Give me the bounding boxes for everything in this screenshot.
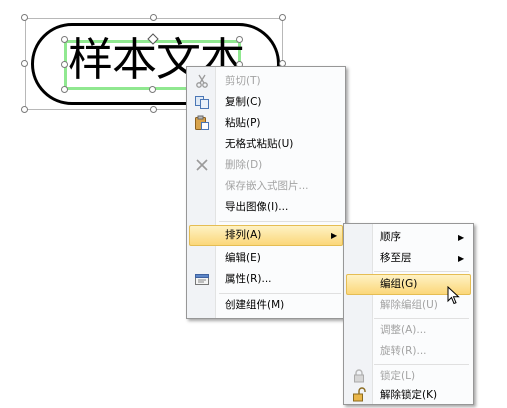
resize-handle-tr[interactable] [279,14,286,21]
submenu-label-move-to-layer: 移至层 [380,252,412,264]
menu-item-cut[interactable]: 剪切(T) [189,71,343,92]
menu-separator [219,221,341,222]
text-handle-tl[interactable] [61,36,68,43]
menu-item-save-embedded-image[interactable]: 保存嵌入式图片... [189,176,343,197]
menu-item-arrange[interactable]: 排列(A) ▶ [189,225,343,246]
submenu-arrow-icon: ▶ [458,254,465,263]
text-handle-b[interactable] [149,86,156,93]
menu-label-arrange: 排列(A) [225,229,262,241]
menu-item-paste[interactable]: 粘贴(P) [189,113,343,134]
submenu-label-adjust: 调整(A)... [380,324,427,336]
submenu-label-order: 顺序 [380,231,401,243]
resize-handle-l[interactable] [21,60,28,67]
submenu-arrow-icon: ▶ [458,233,465,242]
menu-item-export-image[interactable]: 导出图像(I)... [189,197,343,218]
menu-item-edit[interactable]: 编辑(E) [189,248,343,269]
submenu-item-adjust[interactable]: 调整(A)... [346,320,471,341]
submenu-label-group: 编组(G) [380,278,418,290]
scissors-icon [196,74,208,88]
arrange-submenu: 顺序 ▶ 移至层 ▶ 编组(G) 解除编组(U) 调整(A)... 旋转(R).… [343,223,474,405]
resize-handle-bl[interactable] [21,106,28,113]
menu-item-delete[interactable]: 删除(D) [189,155,343,176]
copy-icon [195,96,209,109]
submenu-label-ungroup: 解除编组(U) [380,299,438,311]
menu-label-properties: 属性(R)... [225,273,272,285]
menu-label-copy: 复制(C) [225,96,262,108]
submenu-label-rotate: 旋转(R)... [380,345,427,357]
menu-separator [374,318,469,319]
menu-label-paste-plain: 无格式粘贴(U) [225,138,294,150]
menu-label-save-embedded-image: 保存嵌入式图片... [225,180,309,192]
menu-label-create-component: 创建组件(M) [225,299,285,311]
submenu-arrow-icon: ▶ [331,231,338,240]
resize-handle-tl[interactable] [21,14,28,21]
submenu-item-lock[interactable]: 锁定(L) [346,366,471,387]
submenu-label-lock: 锁定(L) [380,370,416,382]
paste-icon [195,115,209,130]
menu-item-create-component[interactable]: 创建组件(M) [189,295,343,316]
menu-label-delete: 删除(D) [225,159,263,171]
properties-icon [195,274,209,285]
menu-label-edit: 编辑(E) [225,252,261,264]
text-handle-bl[interactable] [61,86,68,93]
menu-label-export-image: 导出图像(I)... [225,201,289,213]
menu-item-paste-plain[interactable]: 无格式粘贴(U) [189,134,343,155]
text-handle-tr[interactable] [236,36,243,43]
submenu-label-unlock: 解除锁定(K) [380,389,438,401]
resize-handle-t[interactable] [150,14,157,21]
rotate-handle-icon[interactable] [147,33,159,45]
menu-label-cut: 剪切(T) [225,75,261,87]
menu-label-paste: 粘贴(P) [225,117,261,129]
arrow-cursor-icon [447,286,460,305]
resize-handle-b[interactable] [150,106,157,113]
submenu-item-move-to-layer[interactable]: 移至层 ▶ [346,248,471,269]
delete-x-icon [196,159,208,171]
menu-separator [374,271,469,272]
menu-item-properties[interactable]: 属性(R)... [189,269,343,290]
menu-item-copy[interactable]: 复制(C) [189,92,343,113]
submenu-item-unlock[interactable]: 解除锁定(K) [346,385,471,406]
menu-separator [374,364,469,365]
context-menu: 剪切(T) 复制(C) 粘贴(P) 无格式粘贴(U) 删除(D) 保存嵌入式图片… [186,66,346,319]
menu-separator [219,293,341,294]
unlock-icon [353,387,366,402]
submenu-item-rotate[interactable]: 旋转(R)... [346,341,471,362]
lock-icon [354,369,364,383]
text-handle-l[interactable] [61,61,68,68]
submenu-item-order[interactable]: 顺序 ▶ [346,227,471,248]
